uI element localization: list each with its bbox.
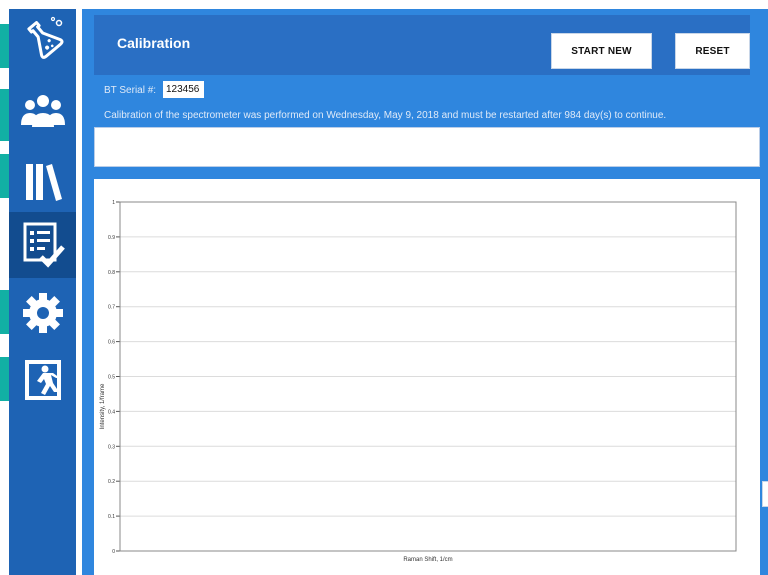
y-tick-label: 0.7 bbox=[108, 305, 115, 311]
users-icon bbox=[20, 91, 66, 131]
status-box bbox=[94, 127, 760, 167]
calibration-message: Calibration of the spectrometer was perf… bbox=[104, 110, 667, 121]
nav-accent-users bbox=[0, 89, 9, 141]
y-tick-label: 0.8 bbox=[108, 270, 115, 276]
calibration-chart: 0 0.1 0.2 0.3 0.4 0.5 0.6 0.7 0.8 0.9 1 Raman Shift… bbox=[100, 200, 737, 563]
nav-accent-library bbox=[0, 154, 9, 198]
library-icon bbox=[23, 160, 63, 204]
nav-lab[interactable] bbox=[9, 9, 76, 67]
y-tick-label: 0.6 bbox=[108, 340, 115, 346]
sidebar-nav bbox=[9, 9, 76, 575]
y-tick-label: 0.9 bbox=[108, 235, 115, 241]
flask-icon bbox=[21, 16, 65, 60]
exit-icon bbox=[22, 358, 64, 402]
main-panel: Calibration START NEW RESET BT Serial #:… bbox=[82, 9, 768, 575]
checklist-icon bbox=[19, 221, 67, 269]
serial-label: BT Serial #: bbox=[104, 85, 157, 96]
y-axis-label: Intensity, 1/frame bbox=[100, 383, 106, 429]
reset-button[interactable]: RESET bbox=[675, 33, 750, 69]
nav-calibration[interactable] bbox=[9, 212, 76, 278]
x-axis-label: Raman Shift, 1/cm bbox=[403, 557, 452, 563]
nav-settings[interactable] bbox=[9, 284, 76, 342]
y-tick-label: 0 bbox=[112, 549, 115, 555]
nav-accent-settings bbox=[0, 290, 9, 334]
gear-icon bbox=[21, 291, 65, 335]
y-tick-label: 0.5 bbox=[108, 375, 115, 381]
nav-library[interactable] bbox=[9, 153, 76, 211]
nav-exit[interactable] bbox=[9, 351, 76, 409]
nav-accent-lab bbox=[0, 24, 9, 68]
chart-panel: 0 0.1 0.2 0.3 0.4 0.5 0.6 0.7 0.8 0.9 1 Raman Shift… bbox=[94, 179, 760, 575]
page-title: Calibration bbox=[117, 35, 191, 51]
start-new-button[interactable]: START NEW bbox=[551, 33, 652, 69]
y-tick-label: 0.1 bbox=[108, 514, 115, 520]
nav-accent-exit bbox=[0, 357, 9, 401]
serial-input[interactable]: 123456 bbox=[163, 81, 204, 98]
panel-edge-handle[interactable] bbox=[762, 481, 768, 507]
y-tick-label: 1 bbox=[112, 200, 115, 206]
y-tick-label: 0.3 bbox=[108, 444, 115, 450]
header-bar: Calibration START NEW RESET bbox=[94, 15, 750, 75]
nav-users[interactable] bbox=[9, 82, 76, 140]
y-tick-label: 0.4 bbox=[108, 409, 115, 415]
y-tick-label: 0.2 bbox=[108, 479, 115, 485]
